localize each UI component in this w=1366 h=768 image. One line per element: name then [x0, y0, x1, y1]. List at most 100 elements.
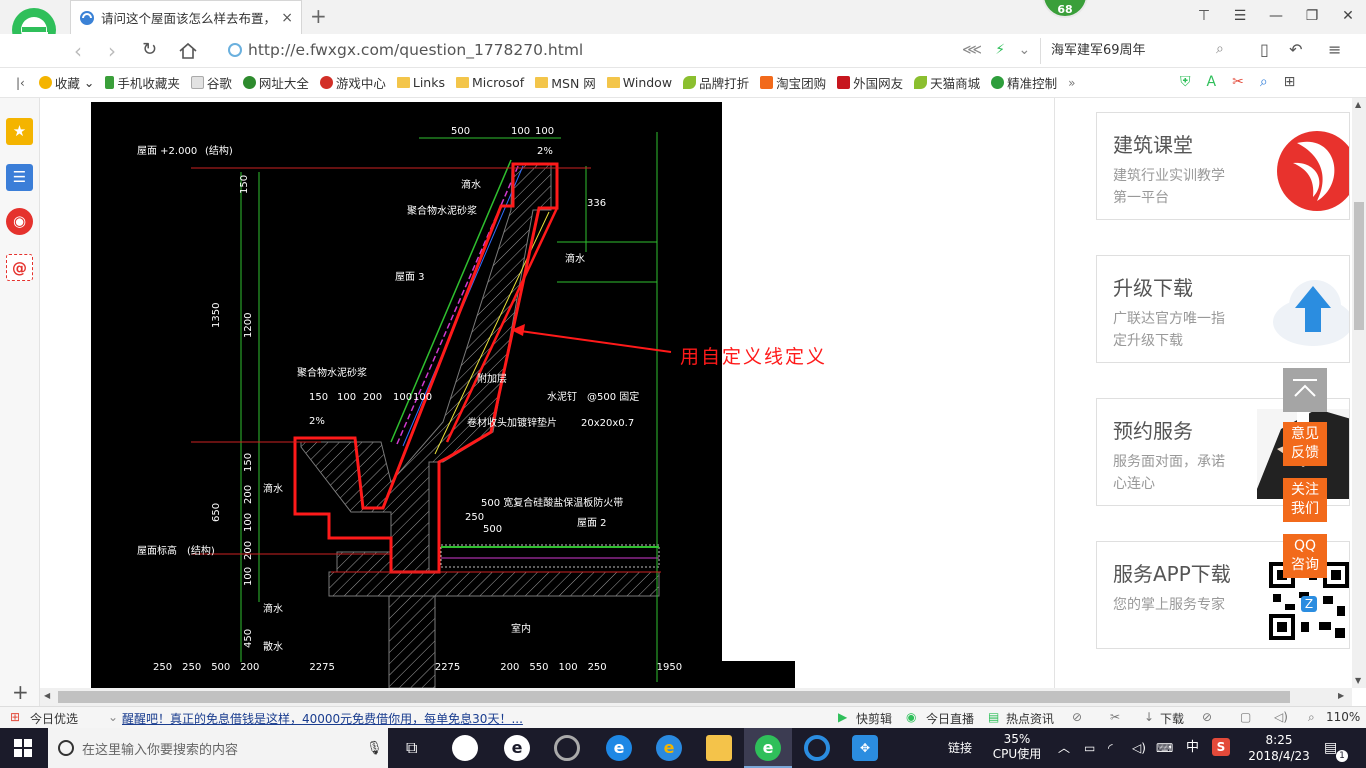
- notification-badge[interactable]: 68: [1042, 0, 1088, 18]
- home-icon[interactable]: [178, 42, 198, 60]
- move-app-icon[interactable]: ✥: [852, 735, 878, 761]
- weibo-icon[interactable]: ◉: [6, 208, 33, 235]
- forward-icon[interactable]: ›: [108, 39, 116, 63]
- sogou-s-icon[interactable]: S: [1212, 738, 1230, 756]
- card-upgrade-download[interactable]: 升级下载 广联达官方唯一指定升级下载: [1096, 255, 1350, 363]
- mobile-icon[interactable]: ▯: [1260, 40, 1269, 59]
- translate-icon[interactable]: A: [1207, 74, 1217, 90]
- spiral-app-icon[interactable]: [554, 735, 580, 761]
- browser-e-icon[interactable]: e: [504, 735, 530, 761]
- bookmark-item[interactable]: 游戏中心: [319, 73, 386, 92]
- edge-icon[interactable]: e: [606, 735, 632, 761]
- file-explorer-icon[interactable]: [706, 735, 732, 761]
- qq-consult-button[interactable]: QQ 咨询: [1283, 534, 1327, 578]
- mail-icon[interactable]: @: [6, 254, 33, 281]
- bookmark-item[interactable]: 品牌打折: [683, 73, 749, 92]
- clean-icon[interactable]: ⊘: [1202, 710, 1212, 724]
- hot-news-link[interactable]: 热点资讯: [1006, 710, 1054, 727]
- back-to-top-button[interactable]: [1283, 368, 1327, 412]
- url-field[interactable]: http://e.fwxgx.com/question_1778270.html: [248, 41, 583, 59]
- bookmark-item[interactable]: Microsof: [456, 75, 524, 90]
- apps-icon[interactable]: ⊞: [1284, 74, 1296, 90]
- scroll-down-icon[interactable]: ▼: [1355, 676, 1361, 685]
- undo-icon[interactable]: ↶: [1289, 40, 1302, 59]
- bookmark-item[interactable]: Window: [606, 75, 672, 90]
- shield-icon[interactable]: ⛨: [1180, 74, 1191, 90]
- cpu-meter[interactable]: 35% CPU使用: [992, 728, 1042, 768]
- search-icon[interactable]: ⌕: [1216, 41, 1224, 57]
- scroll-left-icon[interactable]: ◀: [44, 691, 50, 700]
- restore-button[interactable]: ❐: [1294, 0, 1330, 34]
- ime-indicator[interactable]: 中: [1186, 728, 1199, 768]
- tray-link[interactable]: 链接: [948, 728, 972, 768]
- bookmark-item[interactable]: 外国网友: [837, 73, 903, 92]
- minimize-button[interactable]: —: [1258, 0, 1294, 34]
- scroll-right-icon[interactable]: ▶: [1338, 691, 1344, 700]
- fan-app-icon[interactable]: [452, 735, 478, 761]
- news-ticker-link[interactable]: 醒醒吧！真正的免息借钱是这样，40000元免费借你用，每单免息30天！...: [122, 710, 523, 727]
- vertical-scroll-thumb[interactable]: [1354, 202, 1364, 330]
- feedback-button[interactable]: 意见 反馈: [1283, 422, 1327, 466]
- zoom-level[interactable]: 110%: [1326, 710, 1360, 724]
- window-icon[interactable]: ▢: [1240, 710, 1251, 724]
- bookmark-item[interactable]: 谷歌: [190, 73, 232, 92]
- 360-browser-icon[interactable]: e: [755, 735, 781, 761]
- quick-clip-link[interactable]: 快剪辑: [856, 710, 892, 727]
- speed-ball-icon[interactable]: ⊘: [1072, 710, 1082, 724]
- add-sidebar-icon[interactable]: +: [12, 680, 29, 704]
- ie-icon[interactable]: e: [656, 735, 682, 761]
- taskbar-search-input[interactable]: 在这里输入你要搜索的内容 🎙: [48, 728, 388, 768]
- bookmark-item[interactable]: 手机收藏夹: [105, 73, 180, 92]
- favorites-star-icon[interactable]: ★: [6, 118, 33, 145]
- cut-icon[interactable]: ✂: [1232, 74, 1244, 90]
- sound-icon[interactable]: ◁): [1274, 710, 1288, 724]
- tool-icon[interactable]: ✂: [1110, 710, 1120, 724]
- scroll-up-icon[interactable]: ▲: [1355, 100, 1361, 109]
- download-link[interactable]: 下载: [1160, 710, 1184, 727]
- speed-icon[interactable]: ⚡: [995, 42, 1005, 58]
- bookmark-item[interactable]: Links: [396, 75, 445, 90]
- task-view-icon[interactable]: ⧉: [406, 738, 417, 758]
- follow-us-button[interactable]: 关注 我们: [1283, 478, 1327, 522]
- address-tools[interactable]: ⋘ ⚡ ⌄: [962, 42, 1030, 58]
- live-link[interactable]: 今日直播: [926, 710, 974, 727]
- new-tab-button[interactable]: +: [310, 4, 327, 28]
- bookmark-item[interactable]: 收藏 ⌄: [38, 73, 94, 92]
- more-bookmarks-icon[interactable]: »: [1068, 76, 1075, 90]
- back-icon[interactable]: ‹: [74, 39, 82, 63]
- wifi-icon[interactable]: ◜: [1108, 728, 1113, 768]
- share-icon[interactable]: ⋘: [962, 42, 982, 58]
- reader-icon[interactable]: ☰: [6, 164, 33, 191]
- search-ext-icon[interactable]: ⌕: [1260, 74, 1268, 90]
- menu-icon[interactable]: ☰: [1222, 0, 1258, 34]
- card-building-class[interactable]: 建筑课堂 建筑行业实训教学第一平台: [1096, 112, 1350, 220]
- glodon-g-icon[interactable]: [804, 735, 830, 761]
- keyboard-icon[interactable]: ⌨: [1156, 728, 1173, 768]
- bookmark-item[interactable]: 精准控制: [991, 73, 1057, 92]
- bookmark-item[interactable]: 淘宝团购: [760, 73, 826, 92]
- chevron-down-icon[interactable]: ⌄: [108, 710, 118, 724]
- close-window-button[interactable]: ✕: [1330, 0, 1366, 34]
- skin-icon[interactable]: ⊤: [1186, 0, 1222, 34]
- tray-expand-icon[interactable]: ︿: [1058, 728, 1070, 768]
- bookmark-item[interactable]: 天猫商城: [914, 73, 980, 92]
- bookmark-item[interactable]: MSN 网: [535, 73, 596, 92]
- windows-start-icon[interactable]: [14, 739, 32, 757]
- battery-icon[interactable]: ▭: [1084, 728, 1095, 768]
- chevron-down-icon[interactable]: ⌄: [1018, 42, 1030, 58]
- notification-center-icon[interactable]: ▤: [1324, 728, 1337, 768]
- microphone-icon[interactable]: 🎙: [366, 741, 383, 756]
- volume-icon[interactable]: ◁): [1132, 728, 1146, 768]
- daily-pick-link[interactable]: 今日优选: [30, 710, 78, 727]
- tab-active[interactable]: 请问这个屋面该怎么样去布置，屋 ×: [70, 0, 302, 34]
- vertical-scrollbar[interactable]: ▲ ▼: [1352, 98, 1366, 688]
- refresh-icon[interactable]: ↻: [142, 39, 157, 60]
- tab-close-icon[interactable]: ×: [281, 10, 293, 26]
- clock[interactable]: 8:25 2018/4/23: [1244, 728, 1314, 768]
- sidebar-toggle-icon[interactable]: |‹: [16, 76, 25, 90]
- more-menu-icon[interactable]: ≡: [1328, 40, 1341, 59]
- horizontal-scroll-thumb[interactable]: [58, 691, 1290, 703]
- bookmark-item[interactable]: 网址大全: [242, 73, 309, 92]
- horizontal-scrollbar[interactable]: ◀ ▶: [40, 688, 1352, 706]
- search-input[interactable]: 海军建军69周年: [1040, 38, 1238, 64]
